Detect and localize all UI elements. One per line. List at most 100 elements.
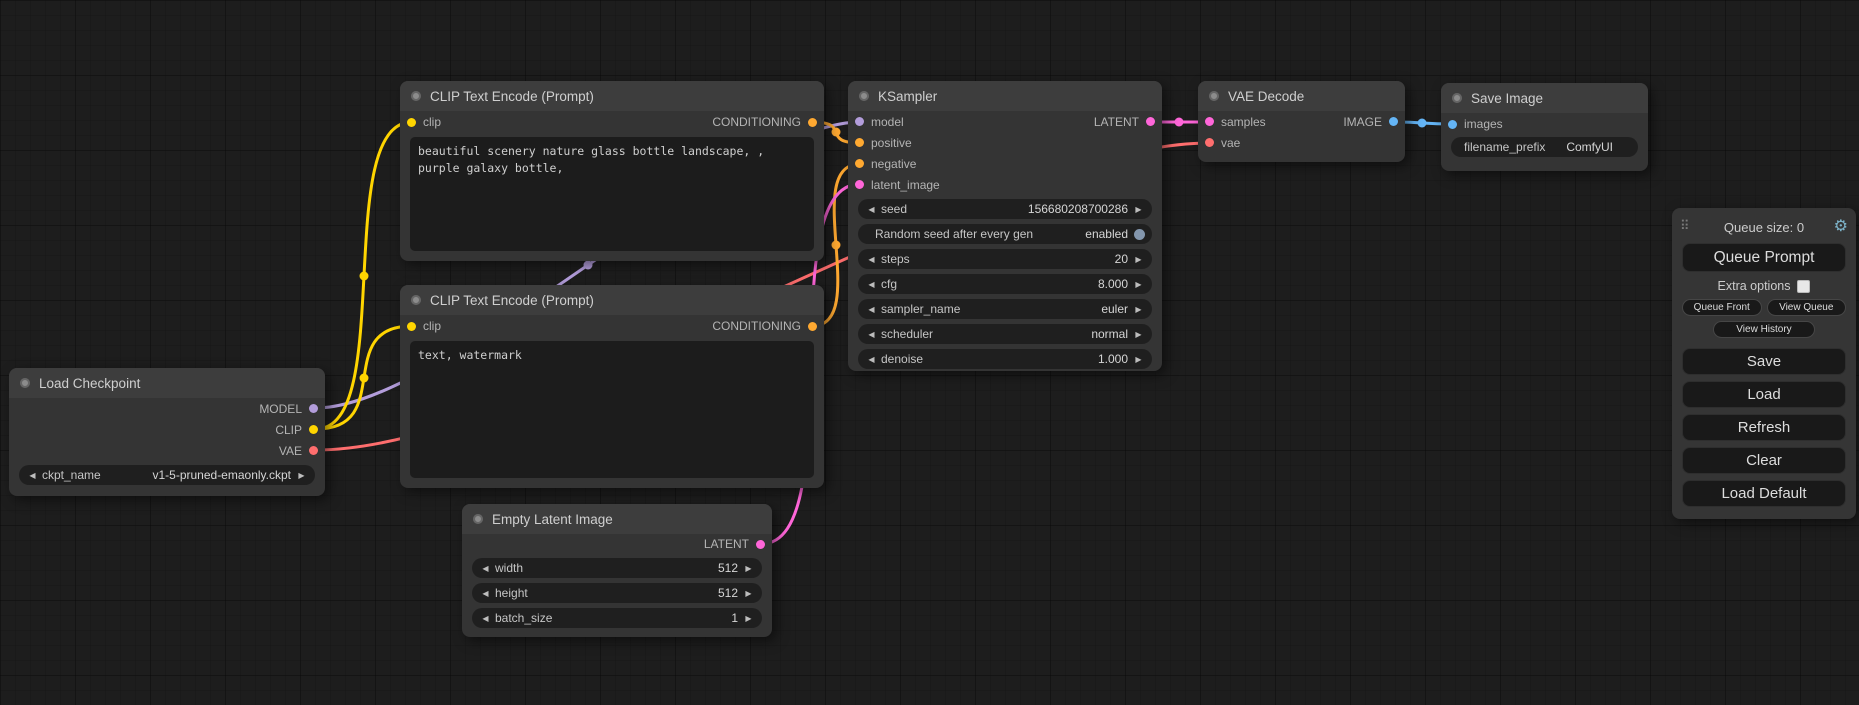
output-slot-image[interactable]: IMAGE (1343, 115, 1398, 129)
left-arrow-icon[interactable]: ◀ (865, 305, 878, 314)
input-slot-negative[interactable]: negative (855, 157, 916, 171)
node-load-checkpoint[interactable]: Load Checkpoint MODEL CLIP VAE ◀ ckpt_na… (9, 368, 325, 496)
input-slot-clip[interactable]: clip (407, 319, 441, 333)
node-clip-text-encode-positive[interactable]: CLIP Text Encode (Prompt) clip CONDITION… (400, 81, 824, 261)
sampler-name-widget[interactable]: ◀ sampler_name euler ▶ (858, 299, 1152, 319)
output-slot-vae[interactable]: VAE (279, 444, 318, 458)
steps-widget[interactable]: ◀ steps 20 ▶ (858, 249, 1152, 269)
right-arrow-icon[interactable]: ▶ (1132, 330, 1145, 339)
seed-widget[interactable]: ◀ seed 156680208700286 ▶ (858, 199, 1152, 219)
model-slot-dot-icon[interactable] (855, 117, 864, 126)
node-vae-decode[interactable]: VAE Decode samples IMAGE vae (1198, 81, 1405, 162)
conditioning-slot-dot-icon[interactable] (808, 322, 817, 331)
left-arrow-icon[interactable]: ◀ (479, 589, 492, 598)
left-arrow-icon[interactable]: ◀ (26, 471, 39, 480)
right-arrow-icon[interactable]: ▶ (742, 564, 755, 573)
right-arrow-icon[interactable]: ▶ (742, 614, 755, 623)
right-arrow-icon[interactable]: ▶ (295, 471, 308, 480)
view-history-button[interactable]: View History (1713, 321, 1815, 338)
right-arrow-icon[interactable]: ▶ (742, 589, 755, 598)
clear-button[interactable]: Clear (1682, 447, 1846, 474)
image-slot-dot-icon[interactable] (1448, 120, 1457, 129)
collapse-dot-icon[interactable] (473, 514, 483, 524)
vae-slot-dot-icon[interactable] (1205, 138, 1214, 147)
collapse-dot-icon[interactable] (411, 91, 421, 101)
conditioning-slot-dot-icon[interactable] (808, 118, 817, 127)
node-title-bar[interactable]: Save Image (1441, 83, 1648, 113)
right-arrow-icon[interactable]: ▶ (1132, 255, 1145, 264)
input-slot-vae[interactable]: vae (1205, 136, 1240, 150)
right-arrow-icon[interactable]: ▶ (1132, 355, 1145, 364)
prompt-textarea[interactable]: beautiful scenery nature glass bottle la… (410, 137, 814, 251)
output-slot-model[interactable]: MODEL (259, 402, 318, 416)
input-slot-samples[interactable]: samples (1205, 115, 1266, 129)
latent-slot-dot-icon[interactable] (756, 540, 765, 549)
node-title-bar[interactable]: KSampler (848, 81, 1162, 111)
node-empty-latent-image[interactable]: Empty Latent Image LATENT ◀ width 512 ▶ … (462, 504, 772, 637)
output-slot-clip[interactable]: CLIP (275, 423, 318, 437)
random-seed-toggle-widget[interactable]: Random seed after every gen enabled (858, 224, 1152, 244)
left-arrow-icon[interactable]: ◀ (865, 355, 878, 364)
left-arrow-icon[interactable]: ◀ (479, 564, 492, 573)
queue-front-button[interactable]: Queue Front (1682, 299, 1762, 316)
filename-prefix-widget[interactable]: filename_prefix ComfyUI (1451, 137, 1638, 157)
load-default-button[interactable]: Load Default (1682, 480, 1846, 507)
collapse-dot-icon[interactable] (411, 295, 421, 305)
right-arrow-icon[interactable]: ▶ (1132, 305, 1145, 314)
input-slot-positive[interactable]: positive (855, 136, 912, 150)
latent-slot-dot-icon[interactable] (1205, 117, 1214, 126)
collapse-dot-icon[interactable] (859, 91, 869, 101)
input-slot-clip[interactable]: clip (407, 115, 441, 129)
drag-handle-icon[interactable]: ⠿ (1680, 218, 1690, 234)
view-queue-button[interactable]: View Queue (1767, 299, 1847, 316)
input-slot-latent-image[interactable]: latent_image (855, 178, 940, 192)
denoise-widget[interactable]: ◀ denoise 1.000 ▶ (858, 349, 1152, 369)
refresh-button[interactable]: Refresh (1682, 414, 1846, 441)
height-widget[interactable]: ◀ height 512 ▶ (472, 583, 762, 603)
batch-size-widget[interactable]: ◀ batch_size 1 ▶ (472, 608, 762, 628)
conditioning-slot-dot-icon[interactable] (855, 159, 864, 168)
node-title-bar[interactable]: VAE Decode (1198, 81, 1405, 111)
conditioning-slot-dot-icon[interactable] (855, 138, 864, 147)
node-clip-text-encode-negative[interactable]: CLIP Text Encode (Prompt) clip CONDITION… (400, 285, 824, 488)
input-slot-images[interactable]: images (1448, 117, 1503, 131)
left-arrow-icon[interactable]: ◀ (865, 280, 878, 289)
left-arrow-icon[interactable]: ◀ (479, 614, 492, 623)
clip-slot-dot-icon[interactable] (407, 322, 416, 331)
load-button[interactable]: Load (1682, 381, 1846, 408)
extra-options-checkbox[interactable] (1797, 280, 1810, 293)
node-save-image[interactable]: Save Image images filename_prefix ComfyU… (1441, 83, 1648, 171)
ckpt-name-widget[interactable]: ◀ ckpt_name v1-5-pruned-emaonly.ckpt ▶ (19, 465, 315, 485)
width-widget[interactable]: ◀ width 512 ▶ (472, 558, 762, 578)
model-slot-dot-icon[interactable] (309, 404, 318, 413)
node-title-bar[interactable]: CLIP Text Encode (Prompt) (400, 81, 824, 111)
left-arrow-icon[interactable]: ◀ (865, 205, 878, 214)
output-slot-conditioning[interactable]: CONDITIONING (712, 319, 817, 333)
prompt-textarea[interactable]: text, watermark (410, 341, 814, 478)
image-slot-dot-icon[interactable] (1389, 117, 1398, 126)
node-title-bar[interactable]: Load Checkpoint (9, 368, 325, 398)
clip-slot-dot-icon[interactable] (309, 425, 318, 434)
comfyui-canvas[interactable]: { "colors": { "slot_MODEL": "#b39ddb", "… (0, 0, 1859, 705)
queue-menu-panel[interactable]: ⠿ Queue size: 0 ⚙ Queue Prompt Extra opt… (1672, 208, 1856, 519)
node-title-bar[interactable]: CLIP Text Encode (Prompt) (400, 285, 824, 315)
input-slot-model[interactable]: model (855, 115, 904, 129)
latent-slot-dot-icon[interactable] (1146, 117, 1155, 126)
scheduler-widget[interactable]: ◀ scheduler normal ▶ (858, 324, 1152, 344)
settings-gear-icon[interactable]: ⚙ (1834, 216, 1848, 236)
left-arrow-icon[interactable]: ◀ (865, 330, 878, 339)
queue-prompt-button[interactable]: Queue Prompt (1682, 243, 1846, 272)
node-title-bar[interactable]: Empty Latent Image (462, 504, 772, 534)
collapse-dot-icon[interactable] (1452, 93, 1462, 103)
right-arrow-icon[interactable]: ▶ (1132, 205, 1145, 214)
left-arrow-icon[interactable]: ◀ (865, 255, 878, 264)
output-slot-latent[interactable]: LATENT (704, 537, 765, 551)
right-arrow-icon[interactable]: ▶ (1132, 280, 1145, 289)
cfg-widget[interactable]: ◀ cfg 8.000 ▶ (858, 274, 1152, 294)
toggle-knob-icon[interactable] (1134, 229, 1145, 240)
node-ksampler[interactable]: KSampler model LATENT positive negative … (848, 81, 1162, 371)
output-slot-conditioning[interactable]: CONDITIONING (712, 115, 817, 129)
output-slot-latent[interactable]: LATENT (1094, 115, 1155, 129)
save-button[interactable]: Save (1682, 348, 1846, 375)
collapse-dot-icon[interactable] (1209, 91, 1219, 101)
